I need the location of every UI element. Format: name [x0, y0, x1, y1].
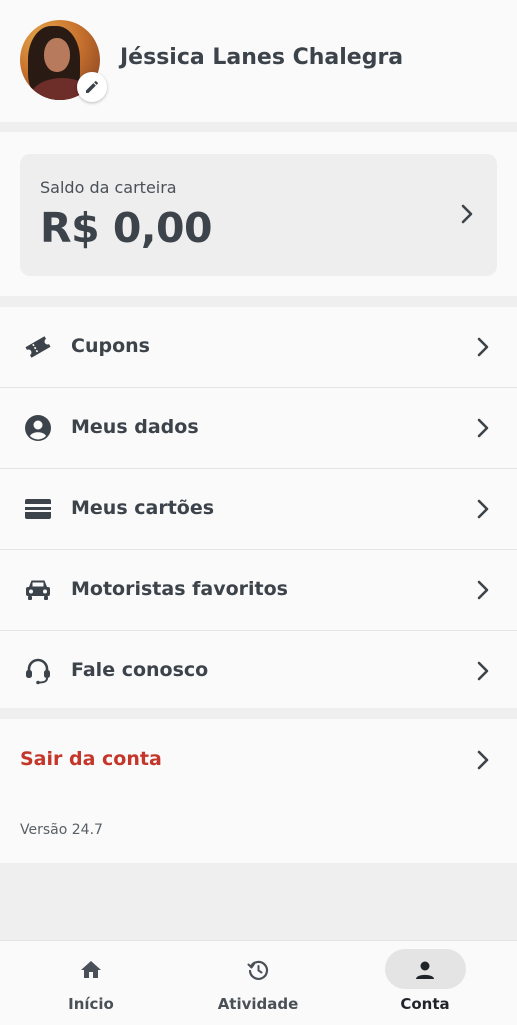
person-icon — [416, 961, 434, 979]
chevron-right-icon — [477, 337, 489, 357]
nav-tab-conta[interactable]: Conta — [339, 941, 511, 1025]
logout-section: Sair da conta Versão 24.7 — [0, 719, 517, 863]
chevron-right-icon — [477, 750, 489, 770]
ticket-icon — [24, 333, 52, 361]
menu-item-cupons[interactable]: Cupons — [0, 307, 517, 388]
user-name: Jéssica Lanes Chalegra — [120, 45, 404, 70]
menu-item-meus-dados[interactable]: Meus dados — [0, 388, 517, 469]
menu-item-label: Meus dados — [71, 416, 199, 438]
chevron-right-icon — [477, 580, 489, 600]
pencil-icon — [86, 80, 99, 93]
menu-item-motoristas-favoritos[interactable]: Motoristas favoritos — [0, 550, 517, 631]
history-icon — [247, 960, 269, 980]
logout-label: Sair da conta — [20, 748, 162, 770]
menu-item-fale-conosco[interactable]: Fale conosco — [0, 631, 517, 711]
menu-item-label: Motoristas favoritos — [71, 578, 288, 600]
menu-item-label: Meus cartões — [71, 497, 215, 519]
headset-icon — [24, 657, 52, 685]
nav-tab-inicio[interactable]: Início — [5, 941, 177, 1025]
car-icon — [24, 576, 52, 604]
avatar-face — [44, 38, 70, 72]
menu-item-meus-cartoes[interactable]: Meus cartões — [0, 469, 517, 550]
wallet-label: Saldo da carteira — [40, 178, 177, 197]
menu-item-label: Fale conosco — [71, 659, 209, 681]
nav-tab-label: Atividade — [217, 995, 299, 1013]
menu-item-label: Cupons — [71, 335, 150, 357]
profile-header: Jéssica Lanes Chalegra — [0, 0, 517, 122]
home-icon — [81, 961, 101, 978]
chevron-right-icon — [477, 418, 489, 438]
account-circle-icon — [24, 414, 52, 442]
chevron-right-icon — [477, 661, 489, 681]
bottom-navigation: Início Atividade Conta — [0, 940, 517, 1025]
wallet-section: Saldo da carteira R$ 0,00 — [0, 132, 517, 296]
nav-tab-label: Início — [68, 995, 114, 1013]
edit-avatar-button[interactable] — [77, 72, 107, 102]
chevron-right-icon — [477, 499, 489, 519]
app-version: Versão 24.7 — [20, 822, 103, 838]
nav-tab-atividade[interactable]: Atividade — [172, 941, 344, 1025]
account-menu: Cupons Meus dados Meus cartões Motorista… — [0, 307, 517, 708]
wallet-balance: R$ 0,00 — [40, 204, 213, 252]
credit-card-icon — [24, 495, 52, 523]
nav-tab-label: Conta — [400, 995, 450, 1013]
chevron-right-icon — [461, 204, 473, 224]
logout-button[interactable]: Sair da conta — [0, 719, 517, 799]
wallet-card[interactable]: Saldo da carteira R$ 0,00 — [20, 154, 497, 276]
